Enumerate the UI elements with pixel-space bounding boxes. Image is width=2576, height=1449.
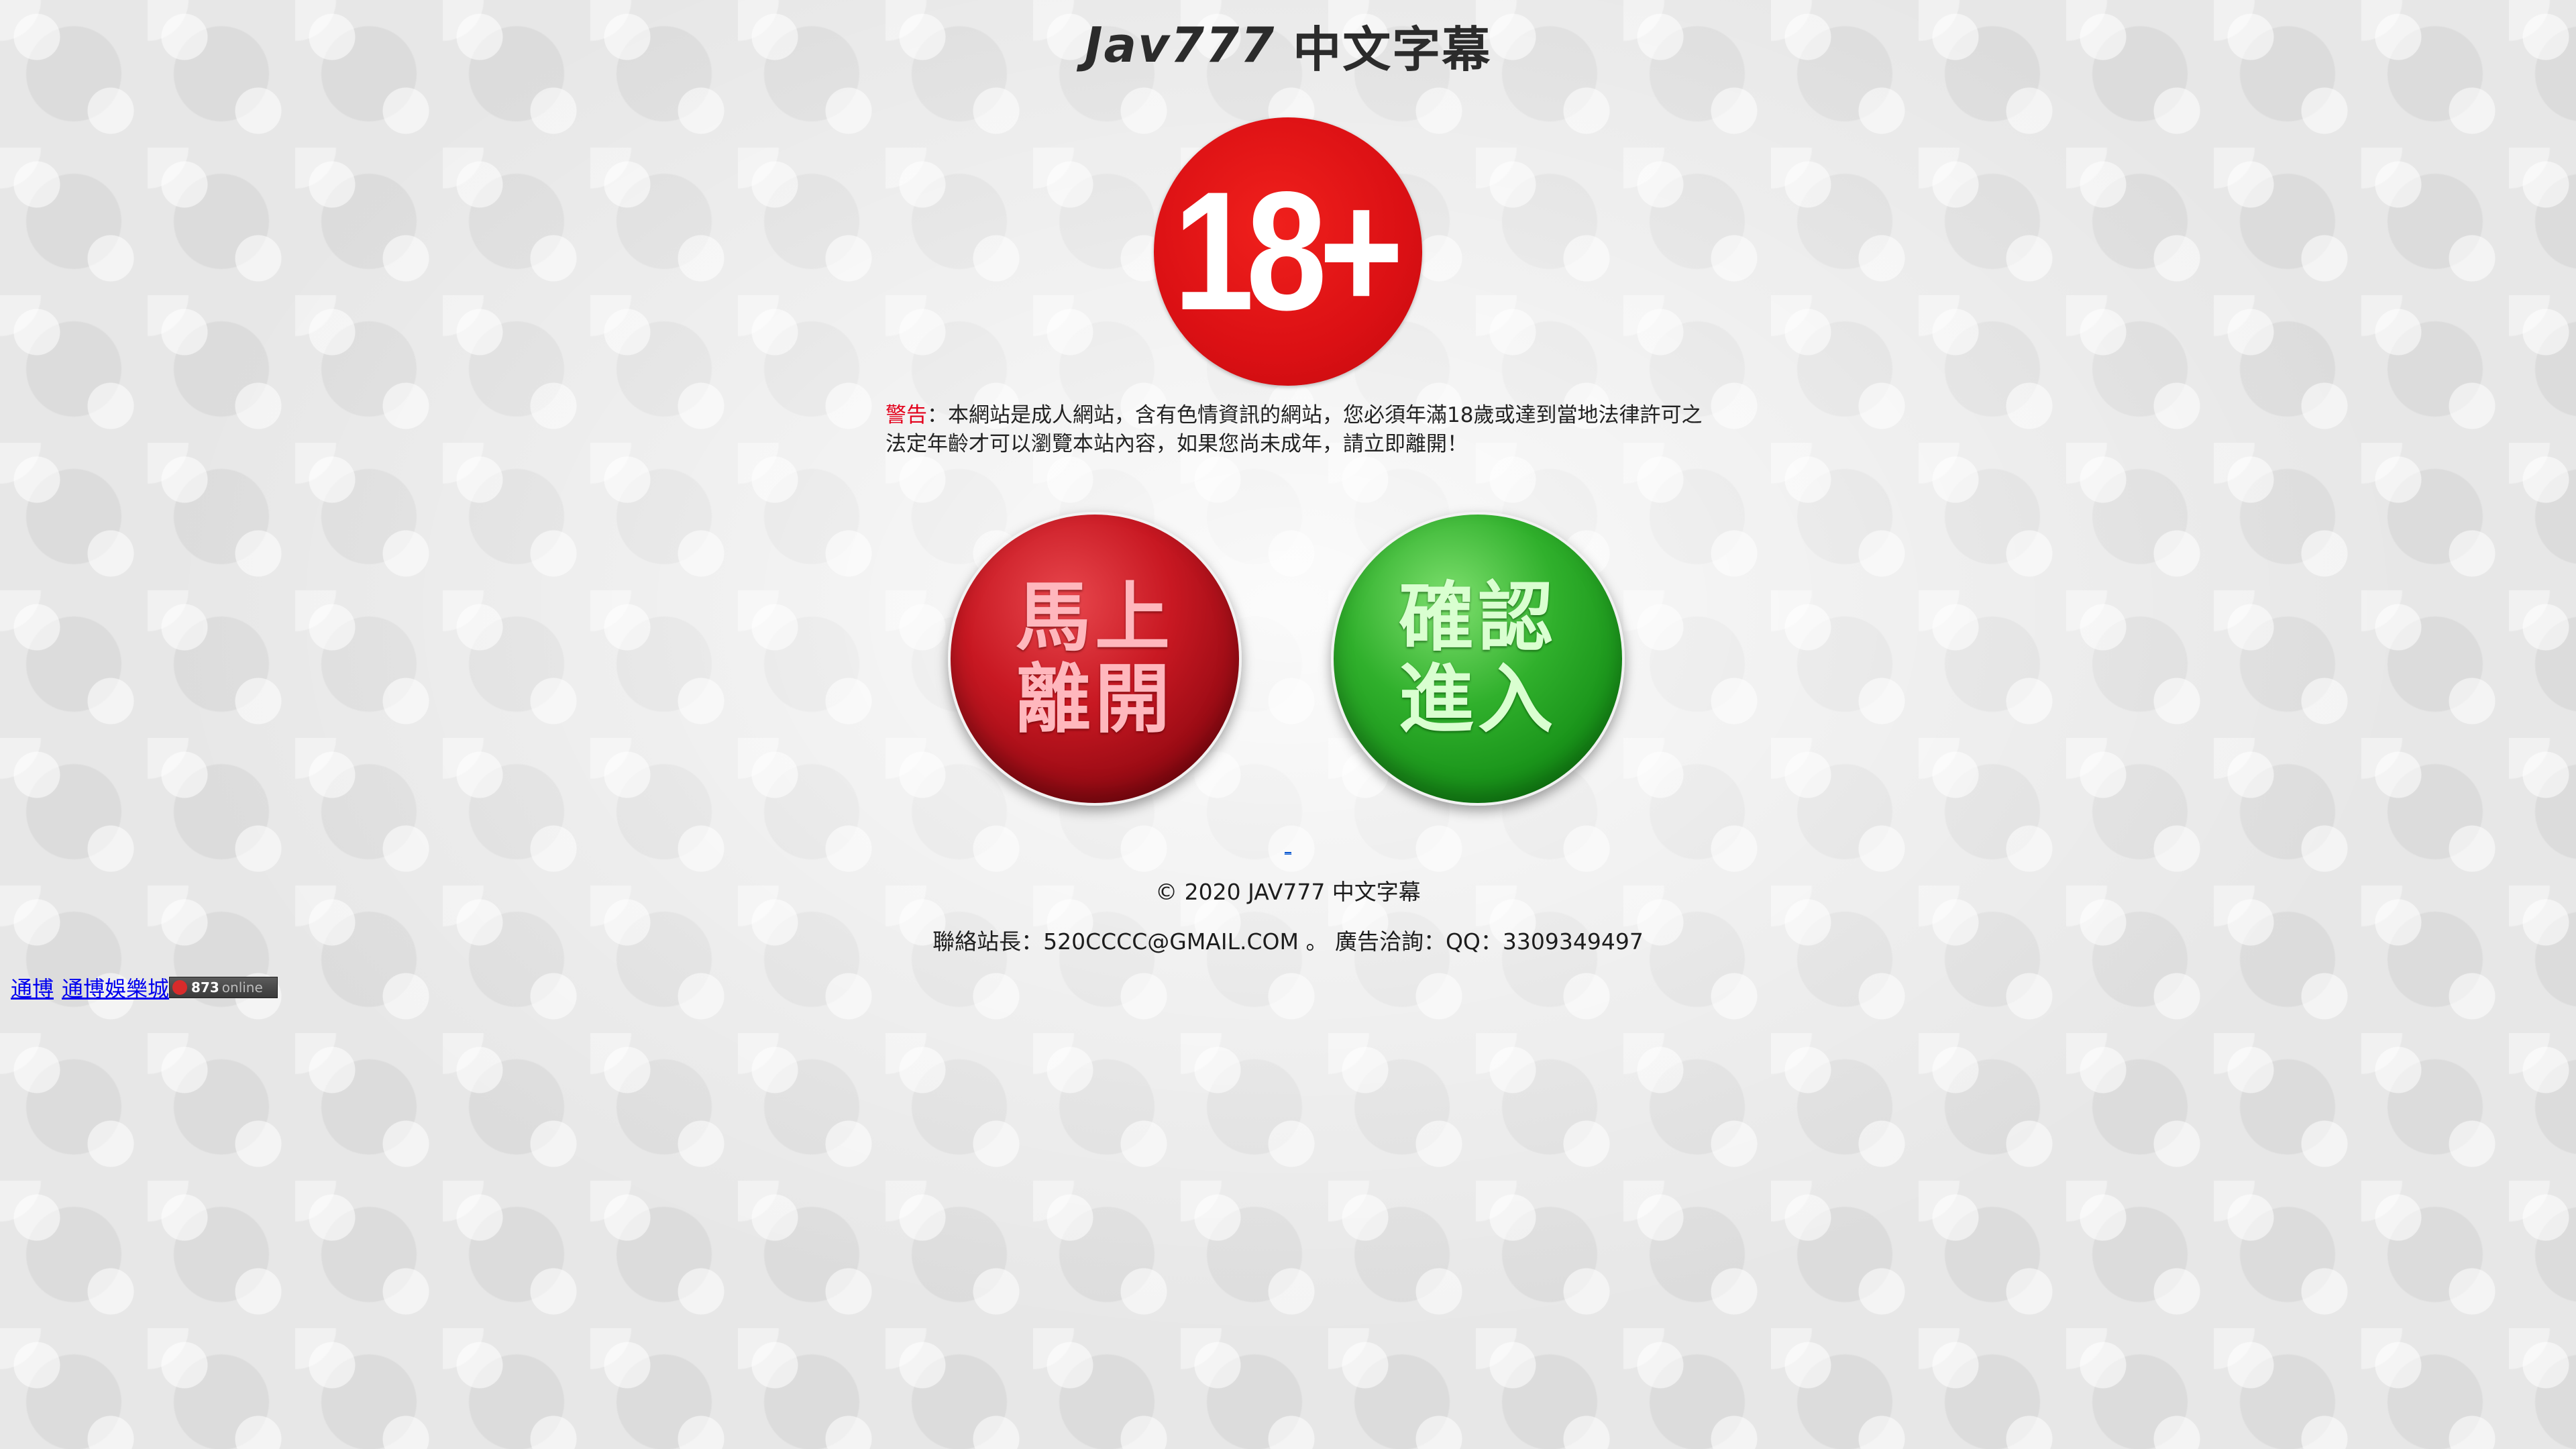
age-warning: 警告：本網站是成人網站，含有色情資訊的網站，您必須年滿18歲或達到當地法律許可之… — [885, 401, 1704, 459]
footer-links: 通博 通博娛樂城 873 online — [11, 972, 278, 1003]
logo-brand: Jav777 — [1084, 17, 1276, 73]
enter-button-label: 確認 進入 — [1397, 577, 1558, 741]
leave-button-line2: 離開 — [1016, 656, 1174, 743]
site-logo: Jav777 中文字幕 — [0, 15, 2576, 78]
leave-button-line1: 馬上 — [1016, 574, 1174, 661]
warning-text: ：本網站是成人網站，含有色情資訊的網站，您必須年滿18歲或達到當地法律許可之法定… — [885, 403, 1703, 456]
hidden-link[interactable]: _ — [1285, 839, 1291, 855]
age-badge-label: 18+ — [1173, 157, 1404, 345]
copyright-text: © 2020 JAV777 中文字幕 — [1155, 879, 1421, 905]
age-18-plus-badge: 18+ — [1154, 117, 1422, 386]
warning-label: 警告 — [885, 403, 927, 427]
leave-now-button[interactable]: 馬上 離開 — [948, 512, 1242, 806]
fire-icon — [172, 980, 188, 995]
footer-link-tongbo-casino[interactable]: 通博娛樂城 — [62, 972, 169, 1003]
online-counter-badge[interactable]: 873 online — [169, 977, 278, 998]
leave-button-label: 馬上 離開 — [1014, 577, 1175, 741]
enter-button-line1: 確認 — [1399, 574, 1557, 661]
confirm-enter-button[interactable]: 確認 進入 — [1331, 512, 1625, 806]
logo-subtitle: 中文字幕 — [1293, 21, 1492, 78]
footer-link-tongbo[interactable]: 通博 — [11, 972, 54, 1003]
contact-info: 聯絡站長：520CCCC@GMAIL.COM 。 廣告洽詢：QQ：3309349… — [932, 928, 1644, 955]
online-suffix: online — [221, 979, 263, 996]
enter-button-line2: 進入 — [1399, 656, 1557, 743]
online-count: 873 — [191, 979, 219, 996]
